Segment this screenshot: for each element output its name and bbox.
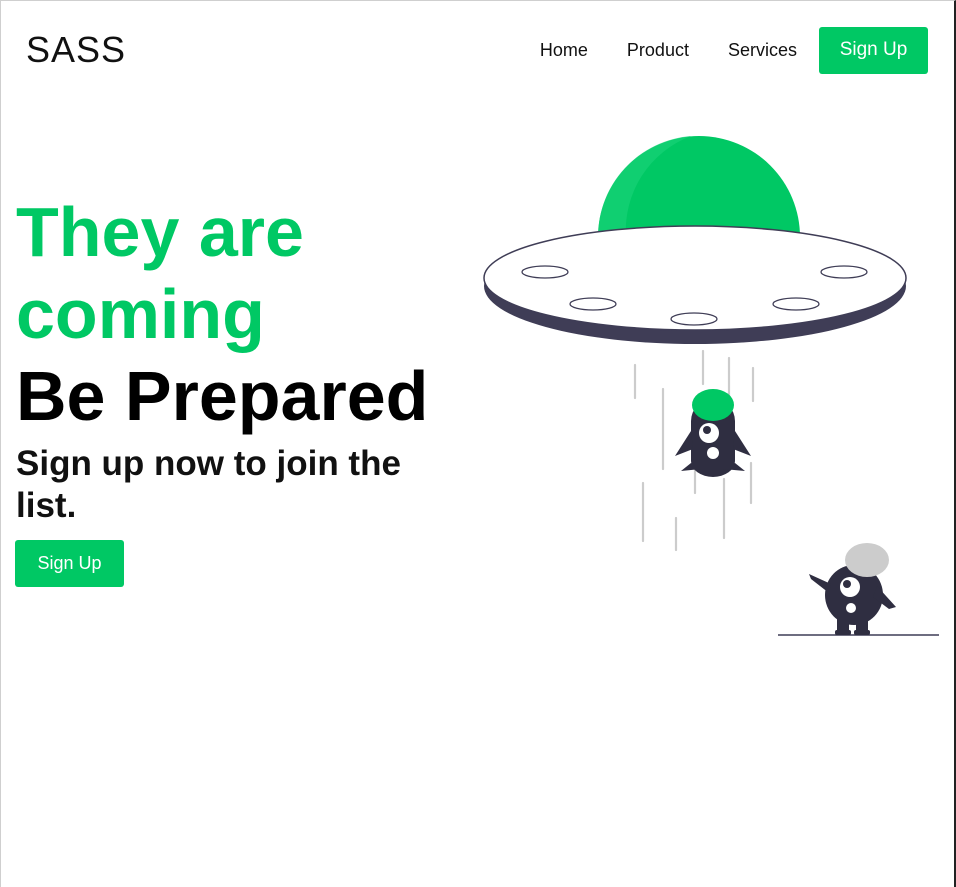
hero-signup-button[interactable]: Sign Up: [15, 540, 124, 587]
nav-home-link[interactable]: Home: [540, 40, 588, 61]
ufo-abduction-illustration: [483, 136, 939, 636]
hero-section: They are coming Be Prepared Sign up now …: [16, 191, 466, 527]
floating-alien: [675, 389, 751, 477]
standing-alien: [778, 543, 939, 636]
headline-be-prepared: Be Prepared: [16, 357, 429, 435]
nav-services-link[interactable]: Services: [728, 40, 797, 61]
nav-product-link[interactable]: Product: [627, 40, 689, 61]
headline-they-are: They are: [16, 193, 304, 271]
main-nav: Home Product Services Sign Up: [540, 26, 928, 74]
headline-coming: coming: [16, 275, 265, 353]
hero-subtitle: Sign up now to join the list.: [16, 444, 401, 525]
header-signup-button[interactable]: Sign Up: [819, 26, 928, 74]
brand-logo[interactable]: SASS: [26, 30, 126, 70]
